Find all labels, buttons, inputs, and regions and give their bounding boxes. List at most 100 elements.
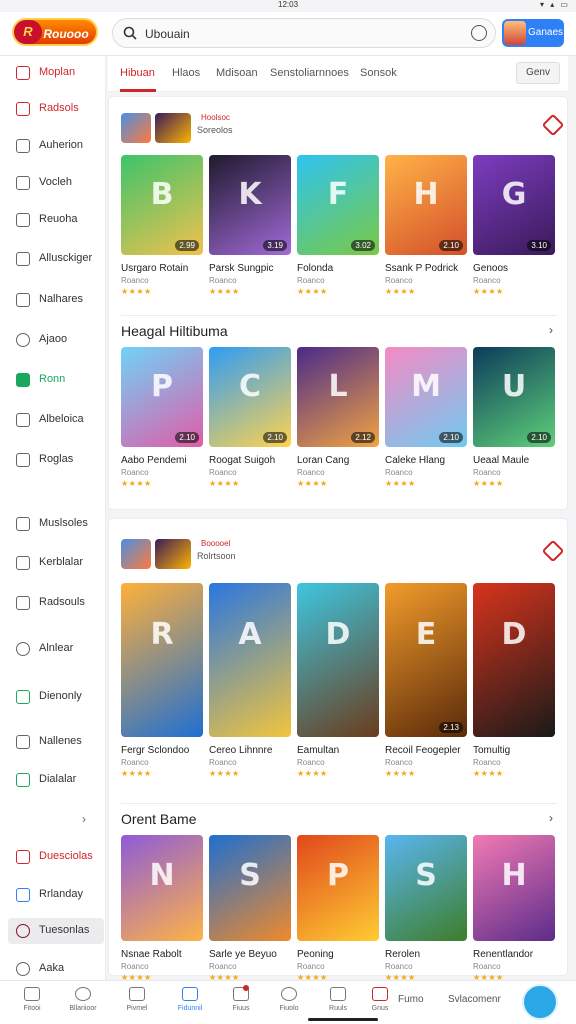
game-card[interactable]: H 2.10 Ssank P Podrick Roanco ★★★★	[385, 155, 467, 299]
app-logo[interactable]: R Rouooo	[12, 18, 98, 46]
promo-thumb[interactable]	[121, 539, 151, 569]
sidebar-item[interactable]: Roglas	[8, 447, 104, 473]
sidebar-item[interactable]: Kerblalar	[8, 550, 104, 576]
sidebar-item[interactable]: Ajaoo	[8, 327, 104, 353]
game-thumbnail[interactable]: P	[297, 835, 379, 941]
tab-item[interactable]: Senstoliarnnoes	[270, 67, 349, 79]
sidebar-item-label: Radsols	[39, 102, 79, 114]
game-card[interactable]: D Eamultan Roanco ★★★★	[297, 583, 379, 781]
search-bar[interactable]: Ubouain	[112, 18, 496, 48]
nav-item[interactable]: Bllariioor	[63, 987, 103, 1012]
tab-item[interactable]: Hibuan	[120, 67, 155, 79]
game-card[interactable]: M 2.10 Caleke Hlang Roanco ★★★★	[385, 347, 467, 491]
nav-item[interactable]: Fiuus	[221, 985, 261, 1012]
game-card[interactable]: U 2.10 Ueaal Maule Roanco ★★★★	[473, 347, 555, 491]
see-all-arrow-icon[interactable]: ›	[549, 811, 553, 825]
game-card[interactable]: S Sarle ye Beyuo Roanco ★★★★	[209, 835, 291, 985]
sidebar-item[interactable]: Tuesonlas	[8, 918, 104, 944]
tab-action-button[interactable]: Genv	[516, 62, 560, 84]
game-subtitle: Roanco	[209, 276, 237, 285]
sidebar-item[interactable]: Reuoha	[8, 207, 104, 233]
promo-thumb[interactable]	[121, 113, 151, 143]
game-card[interactable]: D Tomultig Roanco ★★★★	[473, 583, 555, 781]
nav-item[interactable]: Fitooi	[12, 987, 52, 1012]
game-thumbnail[interactable]: A	[209, 583, 291, 737]
game-thumbnail[interactable]: D	[297, 583, 379, 737]
game-thumbnail[interactable]: L 2.12	[297, 347, 379, 447]
gift-icon[interactable]	[541, 113, 565, 137]
game-thumbnail[interactable]: F 3.02	[297, 155, 379, 255]
game-card[interactable]: G 3.10 Genoos Roanco ★★★★	[473, 155, 555, 299]
game-card[interactable]: H Renentlandor Roanco ★★★★	[473, 835, 555, 985]
tab-item[interactable]: Hlaos	[172, 67, 200, 79]
sidebar-item[interactable]: Aaka	[8, 956, 104, 982]
game-thumbnail[interactable]: M 2.10	[385, 347, 467, 447]
tab-item[interactable]: Sonsok	[360, 67, 397, 79]
nav-item[interactable]: Fidunnil	[170, 987, 210, 1012]
game-thumbnail[interactable]: N	[121, 835, 203, 941]
chat-icon	[16, 642, 30, 656]
sidebar-item[interactable]: Allusckiger	[8, 246, 104, 272]
sidebar-item[interactable]: Rrlanday	[8, 882, 104, 908]
account-button[interactable]: Ganaes	[502, 19, 564, 47]
sidebar-item[interactable]: Duesciolas	[8, 844, 104, 870]
game-thumbnail[interactable]: H	[473, 835, 555, 941]
sidebar-item[interactable]: Auherion	[8, 133, 104, 159]
game-thumbnail[interactable]: H 2.10	[385, 155, 467, 255]
sidebar-item[interactable]: Radsols	[8, 96, 104, 122]
game-card[interactable]: P 2.10 Aabo Pendemi Roanco ★★★★	[121, 347, 203, 491]
sidebar-item[interactable]: Dialalar	[8, 767, 104, 793]
sidebar-item[interactable]: Moplan	[8, 60, 104, 86]
nav-item[interactable]: Gnus	[360, 987, 400, 1012]
sidebar-item[interactable]: Vocleh	[8, 170, 104, 196]
game-card[interactable]: L 2.12 Loran Cang Roanco ★★★★	[297, 347, 379, 491]
nav-item[interactable]: Ruuls	[318, 987, 358, 1012]
game-thumbnail[interactable]: S	[209, 835, 291, 941]
nav-item[interactable]: Pivmel	[117, 987, 157, 1012]
sidebar-item[interactable]: Muslsoles	[8, 511, 104, 537]
game-card[interactable]: E 2.13 Recoil Feogepler Roanco ★★★★	[385, 583, 467, 781]
game-card[interactable]: R Fergr Sclondoo Roanco ★★★★	[121, 583, 203, 781]
tab-item[interactable]: Mdisoan	[216, 67, 258, 79]
game-thumbnail[interactable]: P 2.10	[121, 347, 203, 447]
hand-icon	[16, 517, 30, 531]
game-card[interactable]: N Nsnae Rabolt Roanco ★★★★	[121, 835, 203, 985]
nav-text-link[interactable]: Svlacomenr	[448, 994, 501, 1005]
game-card[interactable]: A Cereo Lihnnre Roanco ★★★★	[209, 583, 291, 781]
game-thumbnail[interactable]: D	[473, 583, 555, 737]
game-thumbnail[interactable]: C 2.10	[209, 347, 291, 447]
game-thumbnail[interactable]: B 2.99	[121, 155, 203, 255]
nav-text-link[interactable]: Fumo	[398, 994, 424, 1005]
game-card[interactable]: S Rerolen Roanco ★★★★	[385, 835, 467, 985]
sidebar-item[interactable]: Alnlear	[8, 636, 104, 662]
sidebar-item[interactable]: Dienonly	[8, 684, 104, 710]
game-thumbnail[interactable]: U 2.10	[473, 347, 555, 447]
promo-thumb[interactable]	[155, 113, 191, 143]
game-thumbnail[interactable]: G 3.10	[473, 155, 555, 255]
search-input[interactable]: Ubouain	[145, 27, 190, 41]
game-card[interactable]: P Peoning Roanco ★★★★	[297, 835, 379, 985]
game-art: D	[325, 616, 351, 652]
game-title: Loran Cang	[297, 455, 350, 466]
nav-item[interactable]: Fiuolo	[269, 987, 309, 1012]
see-all-arrow-icon[interactable]: ›	[549, 323, 553, 337]
refresh-icon[interactable]	[471, 25, 487, 41]
game-card[interactable]: K 3.19 Parsk Sungpic Roanco ★★★★	[209, 155, 291, 299]
game-thumbnail[interactable]: K 3.19	[209, 155, 291, 255]
promo-thumb[interactable]	[155, 539, 191, 569]
sidebar-item[interactable]: Albeloica	[8, 407, 104, 433]
sidebar-item[interactable]: Nallenes	[8, 729, 104, 755]
sidebar-item[interactable]: Nalhares	[8, 287, 104, 313]
game-thumbnail[interactable]: E 2.13	[385, 583, 467, 737]
sidebar-item[interactable]: Ronn	[8, 367, 104, 393]
game-thumbnail[interactable]: R	[121, 583, 203, 737]
game-thumbnail[interactable]: S	[385, 835, 467, 941]
game-subtitle: Roanco	[297, 276, 325, 285]
game-card[interactable]: B 2.99 Usrgaro Rotain Roanco ★★★★	[121, 155, 203, 299]
sidebar-expand-icon[interactable]: ›	[82, 812, 86, 826]
game-card[interactable]: F 3.02 Folonda Roanco ★★★★	[297, 155, 379, 299]
gift-icon[interactable]	[541, 539, 565, 563]
sidebar-item[interactable]: Radsouls	[8, 590, 104, 616]
game-card[interactable]: C 2.10 Roogat Suigoh Roanco ★★★★	[209, 347, 291, 491]
profile-avatar[interactable]	[522, 984, 558, 1020]
